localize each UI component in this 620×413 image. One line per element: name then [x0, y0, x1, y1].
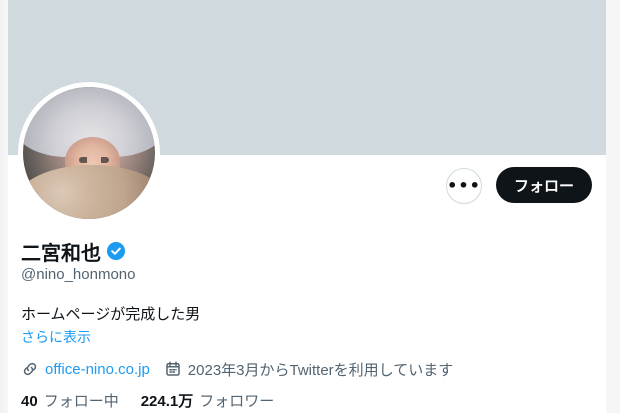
- website-link[interactable]: office-nino.co.jp: [45, 361, 150, 378]
- link-icon: [21, 360, 39, 378]
- profile-display-name: 二宮和也: [21, 240, 101, 265]
- joined-meta: 2023年3月からTwitterを利用しています: [164, 359, 453, 380]
- joined-date-text: 2023年3月からTwitterを利用しています: [187, 361, 454, 379]
- avatar-scarf-shape: [23, 165, 155, 219]
- profile-handle: @nino_honmono: [21, 266, 136, 283]
- profile-meta-row: office-nino.co.jp 2023年3月からTwitterを利用してい…: [21, 359, 467, 379]
- more-options-button[interactable]: •••: [446, 168, 482, 204]
- followers-label: フォロワー: [199, 392, 275, 410]
- following-stat[interactable]: 40 フォロー中: [21, 390, 119, 411]
- avatar-eyes-shape: [79, 157, 109, 163]
- followers-stat[interactable]: 224.1万 フォロワー: [141, 390, 275, 411]
- followers-count: 224.1万: [140, 392, 194, 410]
- more-horizontal-icon: •••: [447, 176, 481, 195]
- follow-stats-row: 40 フォロー中 224.1万 フォロワー: [21, 390, 296, 410]
- website-meta[interactable]: office-nino.co.jp: [21, 360, 150, 378]
- verified-badge-icon: [107, 242, 125, 260]
- follow-button[interactable]: フォロー: [496, 167, 592, 203]
- profile-avatar[interactable]: [18, 82, 160, 224]
- calendar-icon: [164, 360, 182, 378]
- show-more-link[interactable]: さらに表示: [21, 327, 91, 347]
- following-label: フォロー中: [43, 392, 119, 410]
- avatar-image: [23, 87, 155, 219]
- following-count: 40: [21, 392, 38, 410]
- profile-name-row: 二宮和也: [21, 238, 125, 265]
- profile-bio: ホームページが完成した男: [21, 305, 201, 323]
